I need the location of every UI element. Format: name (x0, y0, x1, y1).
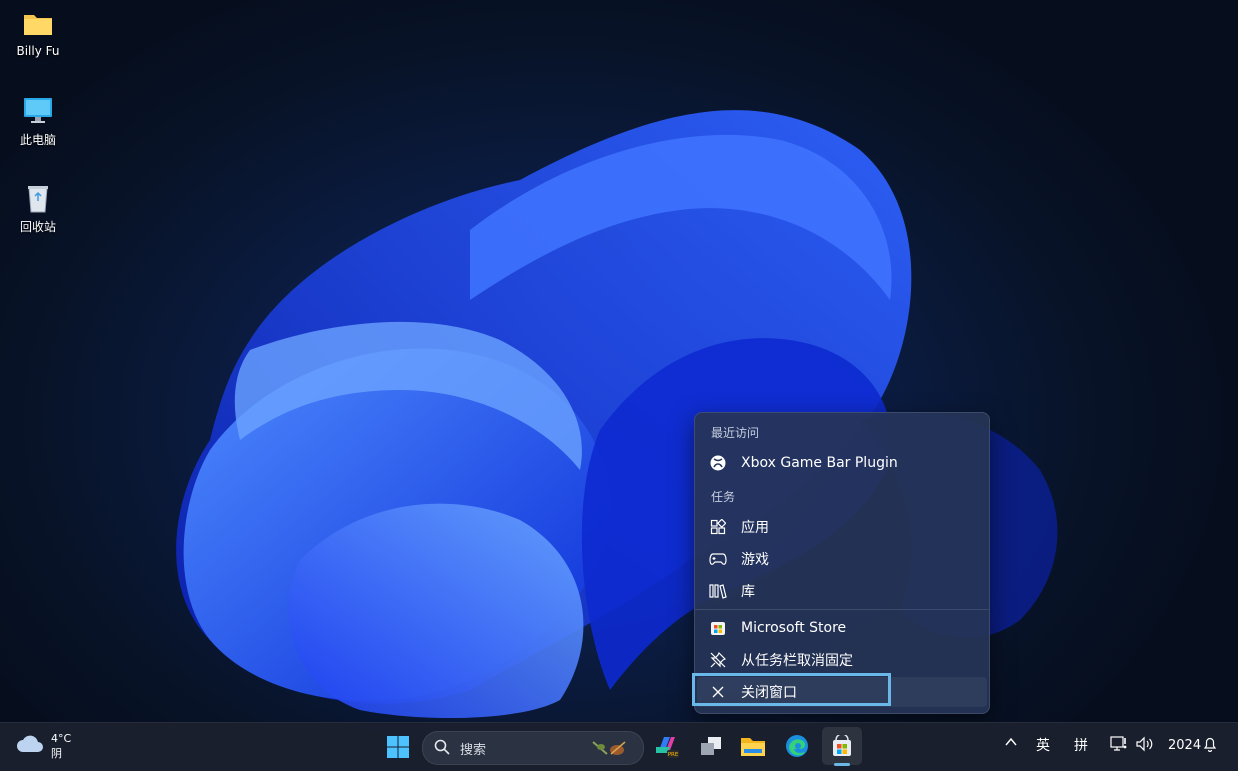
file-explorer-icon[interactable] (739, 731, 767, 761)
gamepad-icon (709, 550, 727, 568)
microsoft-store-icon (831, 735, 853, 757)
menu-divider (695, 609, 989, 610)
library-icon (709, 582, 727, 600)
apps-icon (709, 518, 727, 536)
weather-widget[interactable]: 4°C 阴 (51, 731, 71, 761)
desktop-icon-label: 此电脑 (19, 133, 56, 147)
menu-item-games[interactable]: 游戏 (697, 544, 987, 574)
ime-mode-toggle[interactable]: 拼 (1074, 735, 1088, 755)
tasks-header: 任务 (711, 490, 736, 504)
folder-icon (22, 8, 54, 40)
edge-icon[interactable] (783, 731, 811, 761)
recent-header: 最近访问 (711, 426, 760, 440)
computer-icon (22, 95, 54, 127)
desktop-icon-label: 回收站 (19, 220, 56, 234)
menu-item-label: 游戏 (741, 552, 769, 568)
ime-language-toggle[interactable]: 英 (1036, 735, 1050, 755)
desktop-icon-recycle-bin[interactable]: 回收站 (2, 182, 74, 235)
menu-item-library[interactable]: 库 (697, 576, 987, 606)
taskbar-jump-list: 最近访问 Xbox Game Bar Plugin 任务 应用 游戏 库 Mic… (694, 412, 990, 714)
menu-item-label: Microsoft Store (741, 620, 847, 636)
svg-text:PRE: PRE (668, 752, 679, 758)
notification-bell-icon[interactable] (1202, 736, 1218, 756)
microsoft-store-icon (709, 619, 727, 637)
menu-item-unpin-from-taskbar[interactable]: 从任务栏取消固定 (697, 645, 987, 675)
clock[interactable]: 2024 (1168, 738, 1201, 753)
taskbar-microsoft-store-button[interactable] (822, 727, 862, 765)
recycle-bin-icon (22, 182, 54, 214)
network-icon[interactable] (1110, 736, 1128, 756)
menu-item-xbox-game-bar-plugin[interactable]: Xbox Game Bar Plugin (697, 448, 987, 478)
unpin-icon (709, 651, 727, 669)
taskbar-search-box[interactable]: 搜索 (422, 731, 644, 765)
menu-item-label: 应用 (741, 520, 769, 536)
task-view-icon[interactable] (697, 731, 725, 761)
desktop-icon-this-pc[interactable]: 此电脑 (2, 95, 74, 148)
cloud-icon[interactable] (16, 732, 44, 756)
menu-item-apps[interactable]: 应用 (697, 512, 987, 542)
menu-item-microsoft-store[interactable]: Microsoft Store (697, 613, 987, 643)
search-placeholder: 搜索 (460, 743, 487, 758)
windows-start-icon[interactable] (382, 731, 414, 763)
desktop-icon-billy-fu[interactable]: Billy Fu (2, 8, 74, 58)
xbox-icon (709, 454, 727, 472)
desktop-icon-label: Billy Fu (16, 44, 60, 58)
focus-highlight (692, 673, 891, 706)
menu-item-label: Xbox Game Bar Plugin (741, 455, 898, 471)
search-icon (434, 739, 450, 759)
weather-condition: 阴 (51, 747, 62, 760)
weather-temp: 4°C (51, 732, 72, 745)
menu-item-label: 库 (741, 584, 755, 600)
menu-item-label: 从任务栏取消固定 (741, 653, 853, 669)
show-hidden-icons-button[interactable] (1003, 734, 1019, 754)
wallpaper-bloom (176, 110, 1058, 719)
search-highlight-icon (589, 736, 633, 764)
running-indicator (834, 763, 850, 766)
copilot-icon[interactable]: PRE (652, 731, 680, 761)
volume-icon[interactable] (1136, 736, 1154, 756)
